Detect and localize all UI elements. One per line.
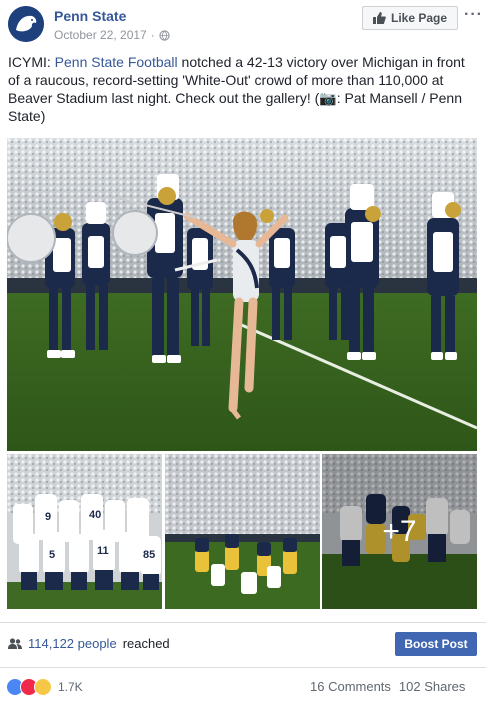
post-meta: October 22, 2017 ·: [54, 28, 170, 42]
svg-text:85: 85: [143, 549, 155, 561]
divider-bottom: [0, 667, 486, 668]
gallery-photo-main[interactable]: [7, 138, 477, 451]
reach-count[interactable]: 114,122 people: [28, 636, 117, 651]
twirler-photo-image: [7, 138, 477, 451]
reach-summary: 114,122 people reached: [8, 636, 170, 651]
shares-count[interactable]: 102 Shares: [399, 679, 466, 694]
like-page-button[interactable]: Like Page: [362, 6, 458, 30]
reach-label: reached: [122, 636, 170, 651]
globe-icon: [159, 29, 170, 41]
divider-top: [0, 622, 486, 623]
team-photo-image: 9 40 5 11 85: [7, 454, 162, 609]
more-photos-overlay[interactable]: +7: [322, 454, 477, 609]
more-options-button[interactable]: ···: [464, 7, 483, 23]
thumbs-up-icon: [372, 12, 386, 24]
gallery-photo-action[interactable]: [165, 454, 320, 609]
penn-state-football-link[interactable]: Penn State Football: [55, 54, 178, 70]
engagement-stats: 16 Comments 102 Shares: [310, 679, 465, 694]
comments-count[interactable]: 16 Comments: [310, 679, 391, 694]
post-date[interactable]: October 22, 2017: [54, 28, 147, 42]
wow-reaction-icon: [34, 678, 52, 696]
boost-post-button[interactable]: Boost Post: [395, 632, 477, 656]
reactions-summary[interactable]: 1.7K: [6, 678, 83, 696]
post-text-prefix: ICYMI:: [8, 54, 55, 70]
game-action-photo-image: [165, 454, 320, 609]
post-header: Penn State October 22, 2017 · Like Page …: [0, 0, 486, 52]
svg-text:40: 40: [89, 509, 101, 521]
like-page-label: Like Page: [390, 11, 448, 25]
meta-separator: ·: [150, 28, 155, 42]
post-text: ICYMI: Penn State Football notched a 42-…: [8, 53, 478, 125]
page-name-link[interactable]: Penn State: [54, 8, 126, 24]
svg-text:5: 5: [49, 549, 55, 561]
svg-text:9: 9: [45, 511, 51, 523]
svg-text:11: 11: [97, 545, 109, 557]
nittany-lion-logo-icon: [8, 6, 44, 42]
reaction-icons: [6, 678, 52, 696]
page-avatar[interactable]: [8, 6, 44, 42]
gallery-photo-team[interactable]: 9 40 5 11 85: [7, 454, 162, 609]
reaction-count: 1.7K: [58, 680, 83, 694]
people-icon: [8, 638, 22, 649]
gallery-photo-more[interactable]: +7: [322, 454, 477, 609]
